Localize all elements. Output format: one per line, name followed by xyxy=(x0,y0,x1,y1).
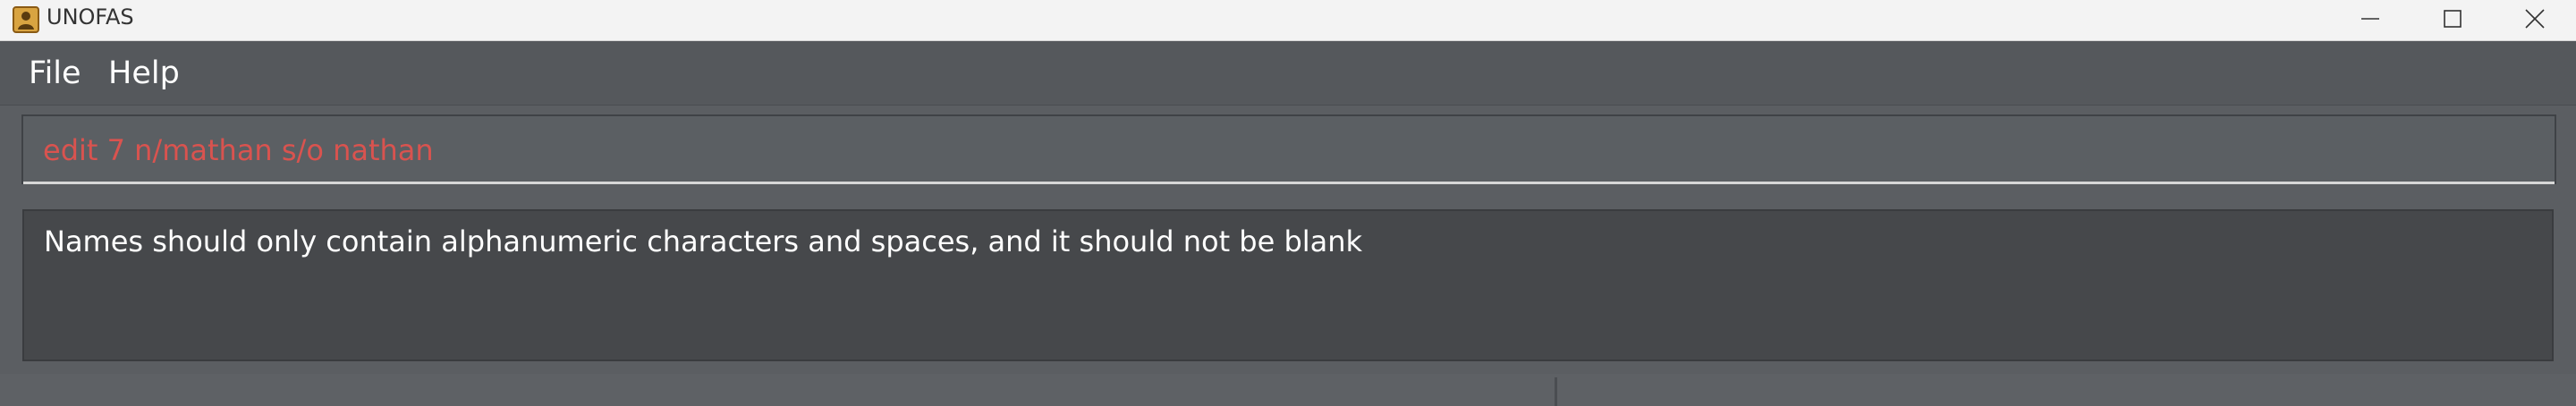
result-display: Names should only contain alphanumeric c… xyxy=(22,209,2554,361)
app-person-icon xyxy=(13,6,39,33)
title-bar: UNOFAS xyxy=(0,0,2576,41)
close-button[interactable] xyxy=(2494,0,2576,41)
pane-divider[interactable] xyxy=(1555,377,1557,406)
minimize-icon xyxy=(2360,9,2380,33)
menu-help[interactable]: Help xyxy=(108,55,180,91)
menu-bar: File Help xyxy=(0,41,2576,106)
command-box[interactable]: edit 7 n/mathan s/o nathan xyxy=(21,114,2556,184)
minimize-button[interactable] xyxy=(2329,0,2411,41)
command-input[interactable]: edit 7 n/mathan s/o nathan xyxy=(43,132,434,168)
result-message: Names should only contain alphanumeric c… xyxy=(44,224,1363,258)
window-title: UNOFAS xyxy=(47,4,134,30)
close-icon xyxy=(2525,8,2545,33)
bottom-panels xyxy=(0,374,2576,406)
maximize-button[interactable] xyxy=(2411,0,2494,41)
menu-file[interactable]: File xyxy=(29,55,81,91)
maximize-icon xyxy=(2443,9,2462,33)
